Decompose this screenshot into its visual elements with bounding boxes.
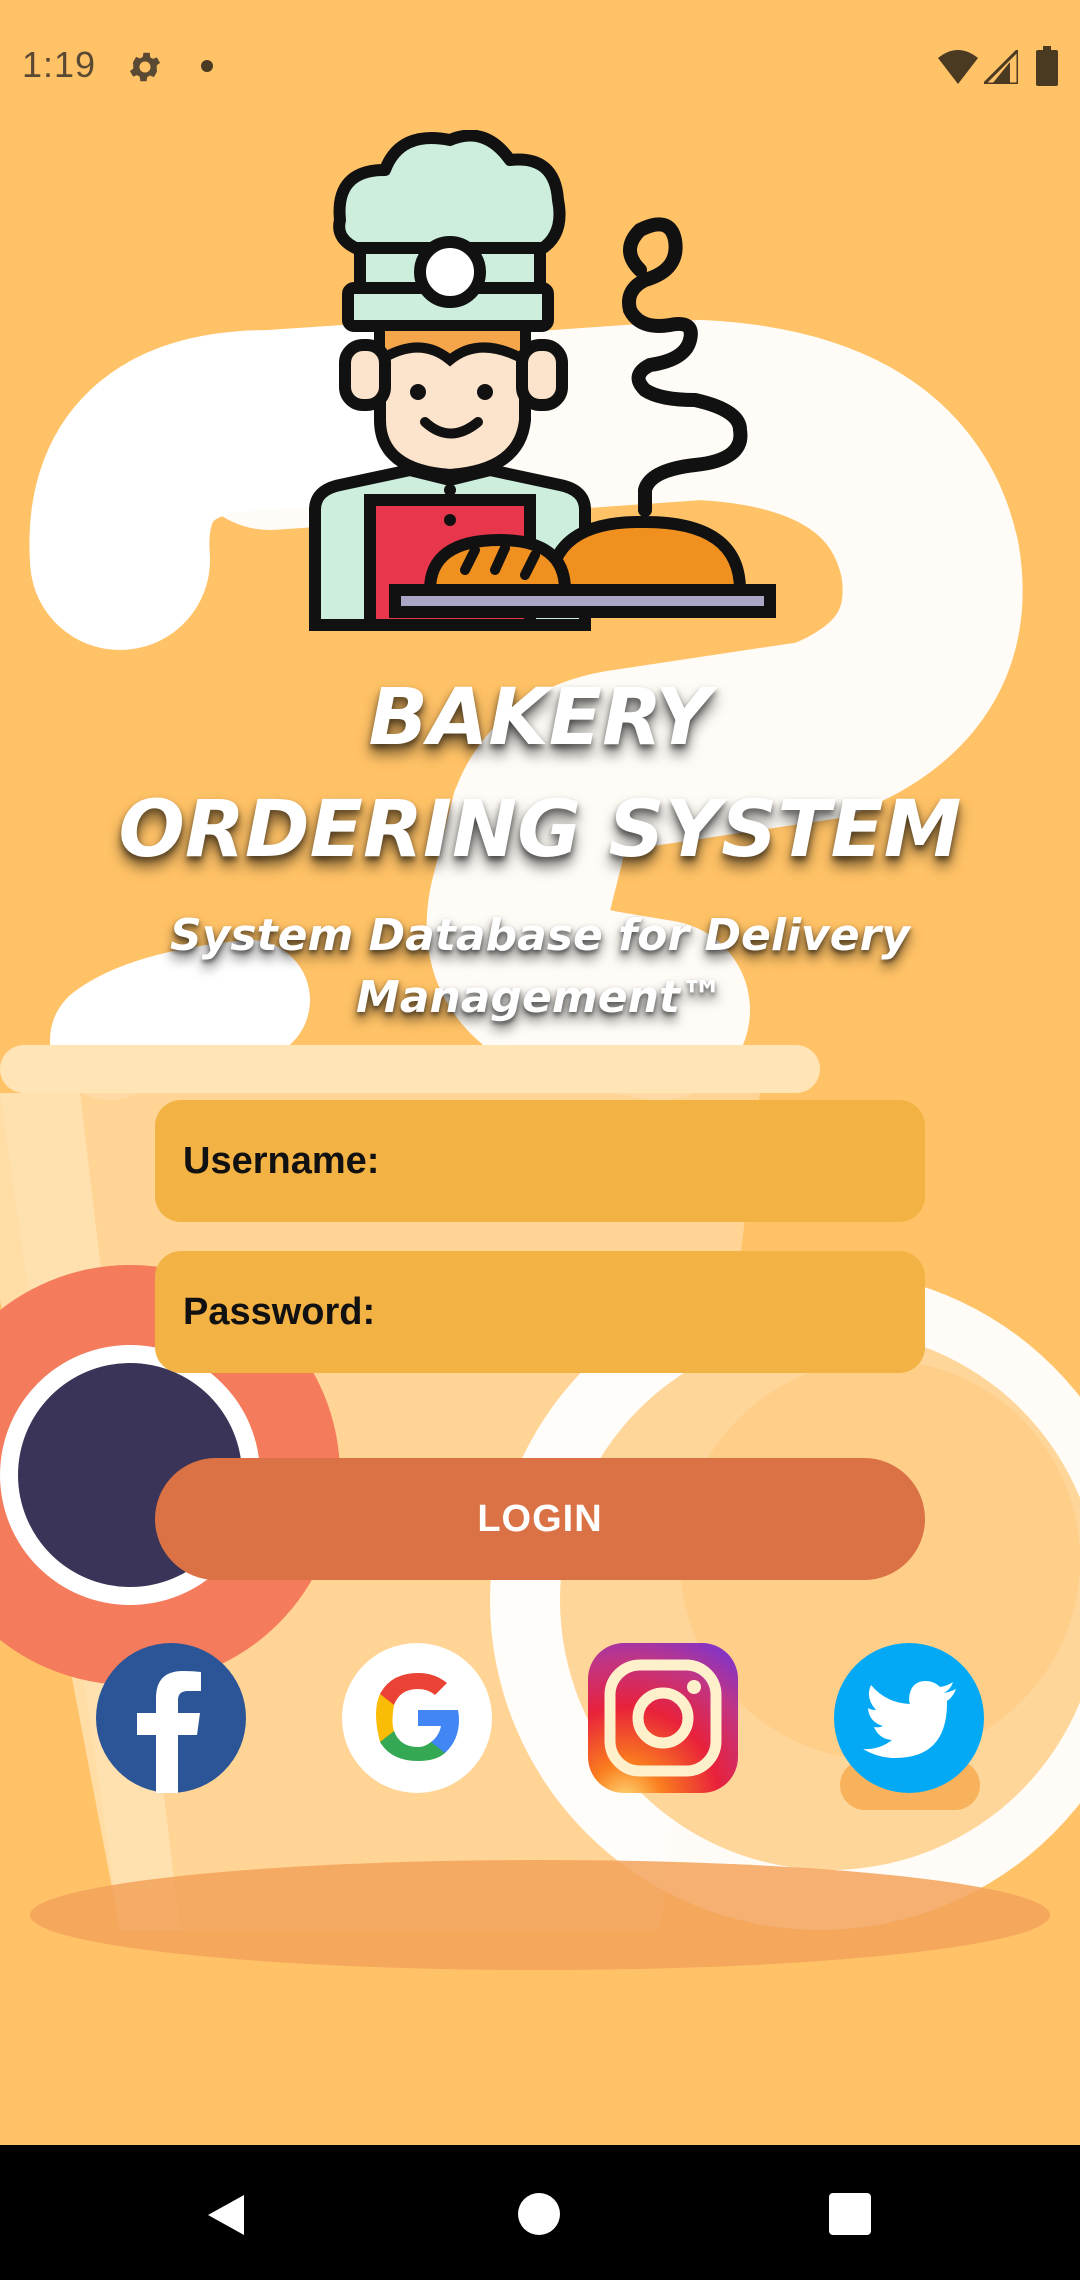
status-time: 1:19 bbox=[22, 44, 97, 85]
status-bar: 1:19 bbox=[0, 0, 1080, 132]
app-subtitle-line-1: System Database for Delivery bbox=[170, 910, 910, 961]
username-label: Username: bbox=[183, 1139, 380, 1182]
back-icon[interactable] bbox=[204, 2193, 248, 2237]
username-input[interactable] bbox=[379, 1099, 925, 1223]
cell-signal-icon bbox=[984, 50, 1018, 84]
password-label: Password: bbox=[183, 1290, 376, 1333]
password-input[interactable] bbox=[375, 1250, 925, 1374]
twitter-icon[interactable] bbox=[834, 1643, 984, 1793]
app-title-line-1: BAKERY bbox=[368, 673, 712, 763]
chef-with-bread-icon bbox=[309, 130, 776, 631]
navigation-bar bbox=[0, 2145, 1080, 2280]
facebook-icon[interactable] bbox=[96, 1643, 246, 1793]
home-icon[interactable] bbox=[518, 2193, 560, 2235]
wifi-icon bbox=[938, 50, 978, 84]
battery-icon bbox=[1036, 46, 1058, 86]
notification-dot-icon bbox=[201, 60, 213, 72]
recents-icon[interactable] bbox=[829, 2193, 871, 2235]
gear-icon bbox=[129, 52, 161, 82]
login-button[interactable]: LOGIN bbox=[155, 1458, 925, 1580]
app-subtitle-line-2: Management™ bbox=[356, 972, 724, 1023]
app-title-line-2: ORDERING SYSTEM bbox=[118, 785, 962, 875]
username-field[interactable]: Username: bbox=[155, 1099, 925, 1223]
instagram-icon[interactable] bbox=[588, 1643, 738, 1793]
password-field[interactable]: Password: bbox=[155, 1250, 925, 1374]
login-screen: 1:19 BAKERY ORDERING SYSTEM System Datab… bbox=[0, 0, 1080, 2280]
google-icon[interactable] bbox=[342, 1643, 492, 1793]
